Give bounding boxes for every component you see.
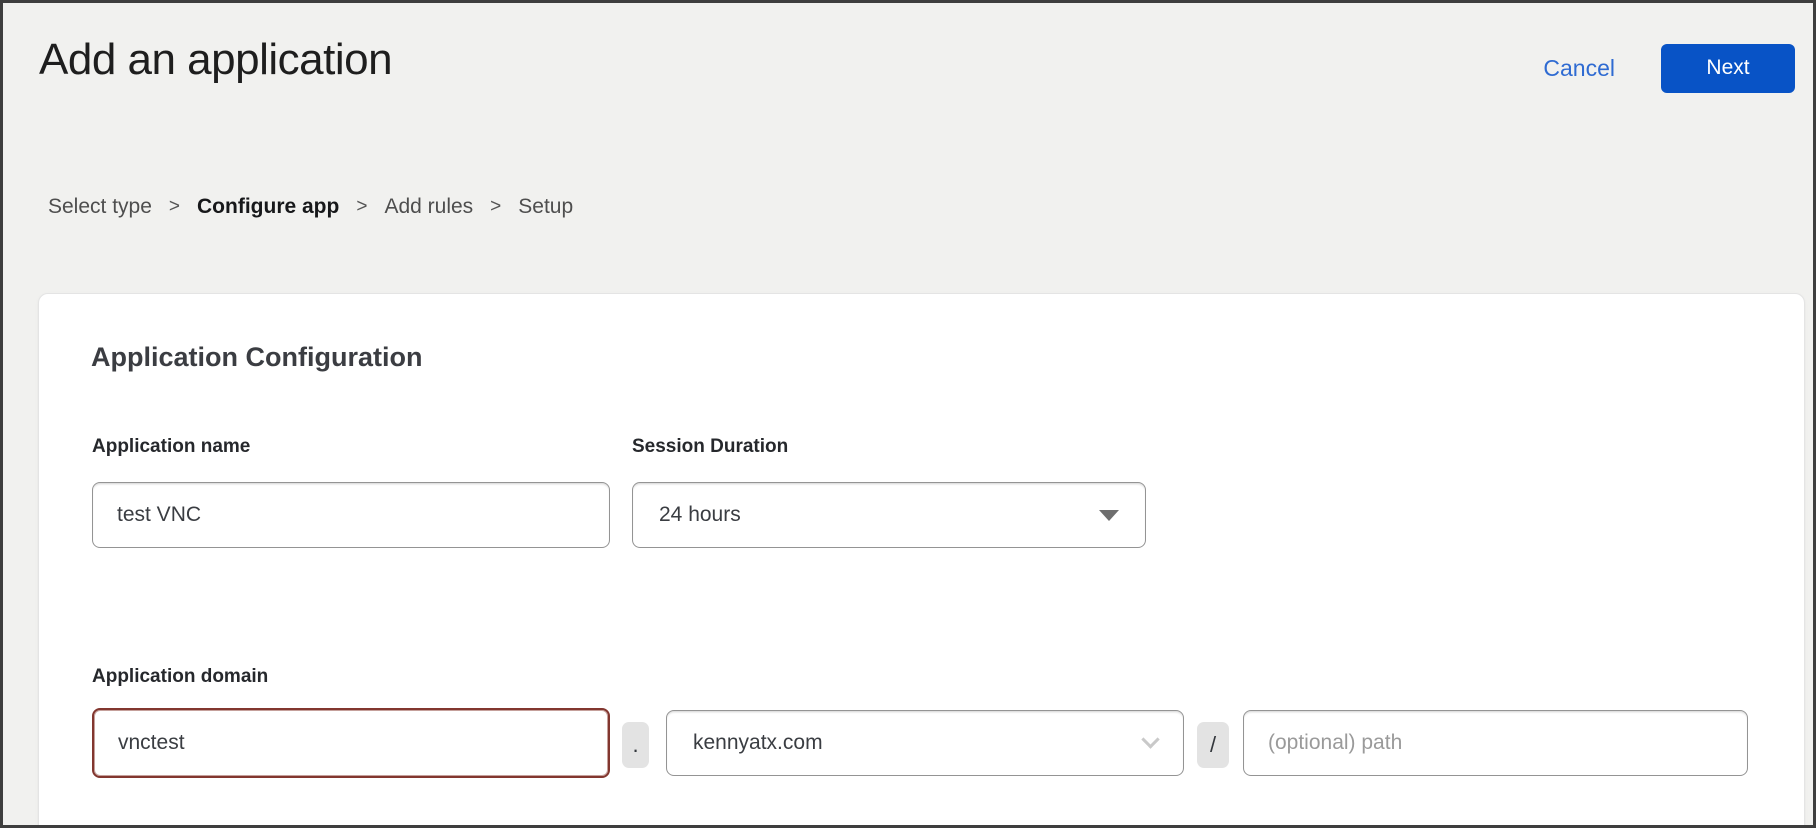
breadcrumb-separator: >: [169, 196, 180, 218]
application-domain-label: Application domain: [92, 666, 268, 688]
breadcrumb-step-add-rules[interactable]: Add rules: [384, 195, 473, 219]
slash-separator: /: [1197, 722, 1229, 768]
breadcrumb: Select type > Configure app > Add rules …: [48, 195, 573, 219]
next-button[interactable]: Next: [1661, 44, 1795, 93]
top-actions: Cancel Next: [1543, 43, 1795, 93]
cancel-button[interactable]: Cancel: [1543, 55, 1615, 82]
section-title: Application Configuration: [91, 342, 422, 373]
domain-select-value: kennyatx.com: [693, 731, 823, 755]
page-title: Add an application: [39, 35, 392, 85]
path-input[interactable]: [1243, 710, 1748, 776]
breadcrumb-step-setup[interactable]: Setup: [518, 195, 573, 219]
domain-select[interactable]: kennyatx.com: [666, 710, 1184, 776]
session-duration-select[interactable]: 24 hours: [632, 482, 1146, 548]
chevron-down-icon: [1141, 730, 1159, 748]
application-name-label: Application name: [92, 436, 250, 458]
breadcrumb-separator: >: [490, 196, 501, 218]
session-duration-label: Session Duration: [632, 436, 788, 458]
breadcrumb-step-select-type[interactable]: Select type: [48, 195, 152, 219]
app-window: Add an application Cancel Next Select ty…: [0, 0, 1816, 828]
application-name-input[interactable]: [92, 482, 610, 548]
subdomain-input[interactable]: [92, 708, 610, 778]
dot-separator: .: [622, 722, 649, 768]
caret-down-icon: [1099, 510, 1119, 521]
session-duration-value: 24 hours: [659, 503, 741, 527]
breadcrumb-separator: >: [356, 196, 367, 218]
configuration-card: Application Configuration Application na…: [38, 293, 1805, 828]
breadcrumb-step-configure-app[interactable]: Configure app: [197, 195, 339, 219]
